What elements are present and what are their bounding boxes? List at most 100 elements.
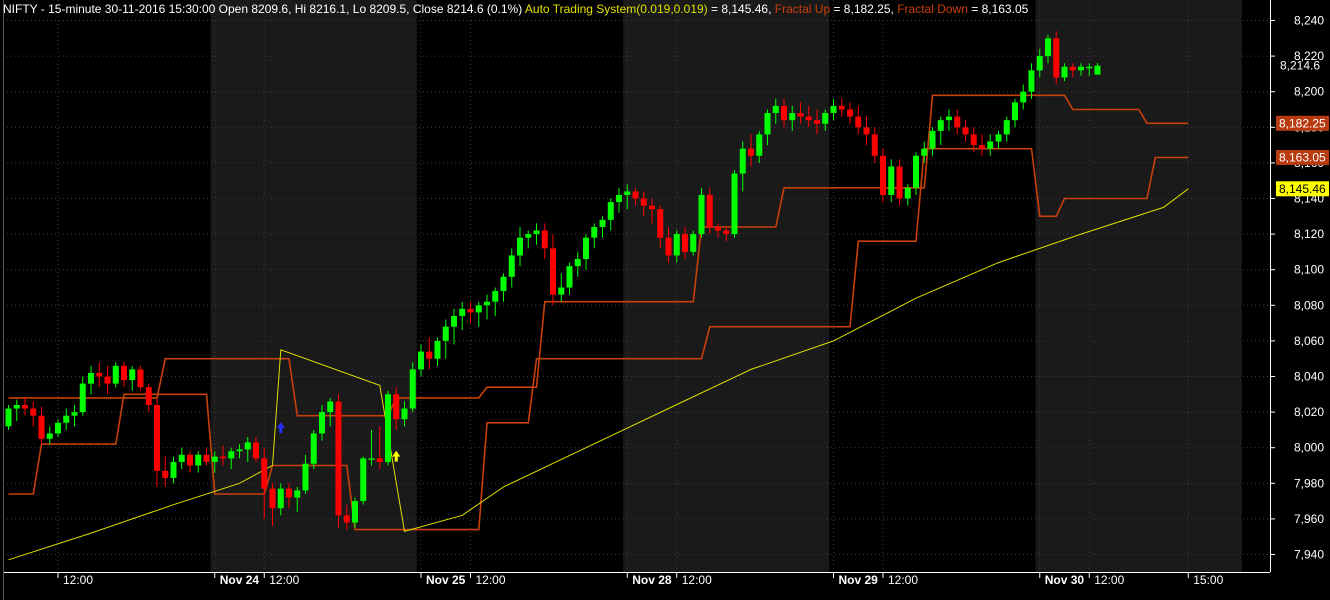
sar-value-label: 8,145.46 xyxy=(1279,182,1326,196)
candle-body xyxy=(484,301,490,306)
y-tick-label: 8,020 xyxy=(1294,405,1324,419)
candle-body xyxy=(723,230,730,235)
candle-body xyxy=(946,116,952,121)
last-close-label: 8,214.6 xyxy=(1280,59,1320,73)
candle-body xyxy=(838,105,845,110)
candle-body xyxy=(1086,66,1093,69)
candle-body xyxy=(855,116,862,128)
candle-body xyxy=(541,230,548,249)
candle-body xyxy=(607,202,614,220)
candle-body xyxy=(913,155,919,188)
candle-body xyxy=(129,369,136,381)
day-band xyxy=(416,0,624,572)
day-band xyxy=(1035,0,1242,572)
candle-body xyxy=(888,166,895,195)
candle-body xyxy=(22,404,28,409)
candle-body xyxy=(459,308,466,316)
y-tick-label: 7,940 xyxy=(1294,548,1324,562)
candle-body xyxy=(236,449,243,452)
x-tick-label: 12:00 xyxy=(682,573,712,587)
y-axis-ticks: 7,940 7,960 7,980 8,000 8,020 8,040 8,060 8,080… xyxy=(1270,14,1324,562)
candle-body xyxy=(995,134,1002,142)
candle-body xyxy=(335,401,342,516)
candle-body xyxy=(211,456,218,462)
x-axis-ticks: 12:00 Nov 24 12:00 Nov 25 12:00 Nov 28 12:00 No… xyxy=(57,572,1224,587)
candle-body xyxy=(558,287,565,295)
x-tick-label: 12:00 xyxy=(269,573,299,587)
candle-body xyxy=(467,308,474,313)
candle-body xyxy=(393,394,400,420)
candle-body xyxy=(30,408,37,416)
candle-body xyxy=(244,442,251,450)
candle-body xyxy=(896,166,903,199)
candle-body xyxy=(954,116,961,128)
candle-body xyxy=(79,383,86,413)
candle-body xyxy=(772,105,779,114)
candle-body xyxy=(162,470,169,478)
candle-body xyxy=(187,454,193,466)
candle-body xyxy=(434,340,441,359)
candle-body xyxy=(673,234,680,256)
x-tick-label: 12:00 xyxy=(476,573,506,587)
candle-body xyxy=(871,134,878,156)
candle-body xyxy=(1078,66,1084,71)
candle-body xyxy=(426,351,433,359)
candle-body xyxy=(822,113,829,124)
candle-body xyxy=(970,134,977,146)
candle-body xyxy=(104,376,111,384)
day-band xyxy=(623,0,830,572)
candle-body xyxy=(624,191,631,195)
candle-body xyxy=(715,226,721,231)
candle-body xyxy=(13,404,20,409)
candle-body xyxy=(1028,70,1035,92)
candle-body xyxy=(533,230,540,235)
x-tick-label: 12:00 xyxy=(1094,573,1124,587)
candle-body xyxy=(154,404,160,471)
candle-body xyxy=(112,365,119,384)
candle-body xyxy=(302,463,309,491)
candle-body xyxy=(88,372,94,384)
x-tick-label: Nov 28 xyxy=(632,573,672,587)
y-tick-label: 8,200 xyxy=(1294,85,1324,99)
candle-body xyxy=(310,433,317,464)
candle-body xyxy=(145,387,152,405)
x-tick-label: Nov 24 xyxy=(220,573,260,587)
candle-body xyxy=(904,187,911,199)
candle-body xyxy=(1003,120,1010,135)
candle-body xyxy=(682,234,688,252)
candle-body xyxy=(352,501,358,523)
candle-body xyxy=(979,145,985,149)
header-fractal-down-value: = 8,163.05 xyxy=(971,2,1028,16)
candle-body xyxy=(706,194,713,227)
candle-body xyxy=(517,237,523,256)
candle-body xyxy=(665,237,672,256)
x-tick-label: Nov 29 xyxy=(839,573,879,587)
candle-body xyxy=(937,120,944,131)
candle-body xyxy=(805,116,812,121)
y-tick-label: 8,240 xyxy=(1294,14,1324,28)
candle-body xyxy=(814,120,820,124)
chart-header: NIFTY - 15-minute 30-11-2016 15:30:00 Op… xyxy=(3,2,1029,16)
fractal-value-label: 8,182.25 xyxy=(1279,116,1326,130)
candle-body xyxy=(327,401,334,413)
candle-body xyxy=(748,148,754,156)
candle-body xyxy=(343,515,350,523)
candle-body xyxy=(616,194,622,203)
candle-body xyxy=(632,191,639,199)
candle-body xyxy=(5,408,12,427)
candle-body xyxy=(640,198,647,206)
candle-body xyxy=(764,113,771,135)
candle-body xyxy=(294,490,301,498)
candle-body xyxy=(1053,38,1060,78)
header-ats-label: Auto Trading System(0.019,0.019) xyxy=(525,2,708,16)
price-chart[interactable]: 7,940 7,960 7,980 8,000 8,020 8,040 8,060 8,080… xyxy=(0,0,1330,600)
candle-body xyxy=(731,173,738,235)
x-tick-label: 12:00 xyxy=(63,573,93,587)
candle-body xyxy=(550,248,556,295)
candle-body xyxy=(525,234,532,238)
candle-body xyxy=(591,226,598,238)
candle-body xyxy=(170,461,177,478)
header-fractal-down-label: Fractal Down xyxy=(897,2,968,16)
candle-body xyxy=(1045,38,1051,57)
candle-body xyxy=(253,442,259,459)
